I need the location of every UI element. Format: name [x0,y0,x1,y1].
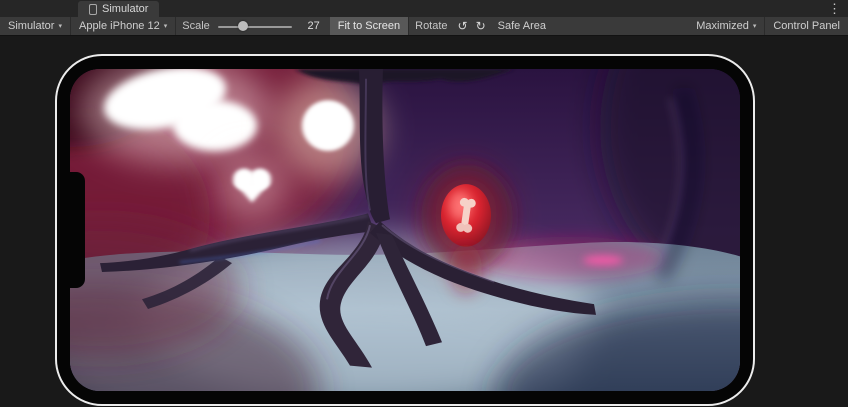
rotate-ccw-icon[interactable]: ↺ [454,17,472,35]
scale-slider[interactable] [216,17,294,35]
light-blob-heart [218,153,286,219]
toolbar: Simulator ▾ Apple iPhone 12 ▾ Scale 27 F… [0,17,848,36]
chevron-down-icon: ▾ [58,22,62,30]
simulator-screen[interactable] [70,69,740,391]
control-panel-button[interactable]: Control Panel [765,17,848,35]
scale-slider-track [218,26,292,28]
maximized-dropdown-label: Maximized [696,20,749,32]
scale-value: 27 [294,20,320,32]
chevron-down-icon: ▾ [164,22,168,30]
simulator-dropdown[interactable]: Simulator ▾ [0,17,70,35]
game-view [0,36,848,407]
safe-area-button[interactable]: Safe Area [490,17,554,35]
rotate-cw-icon[interactable]: ↻ [472,17,490,35]
chevron-down-icon: ▾ [753,22,757,30]
unity-simulator-window: Simulator ⋮ Simulator ▾ Apple iPhone 12 … [0,0,848,407]
tab-bar: Simulator ⋮ [0,0,848,17]
device-dropdown-label: Apple iPhone 12 [79,20,160,32]
tab-title: Simulator [102,3,148,15]
rotate-label: Rotate [409,20,453,32]
iphone-12-frame [55,54,755,406]
scale-label: Scale [176,20,216,32]
fit-to-screen-button[interactable]: Fit to Screen [330,17,408,35]
scale-slider-thumb[interactable] [238,21,248,31]
maximized-dropdown[interactable]: Maximized ▾ [688,17,764,35]
iphone-notch [70,172,85,288]
game-scene [70,69,740,391]
simulator-dropdown-label: Simulator [8,20,54,32]
tab-simulator[interactable]: Simulator [78,1,159,17]
device-icon [89,4,97,15]
device-dropdown[interactable]: Apple iPhone 12 ▾ [71,17,175,35]
kebab-menu-icon[interactable]: ⋮ [823,0,845,17]
